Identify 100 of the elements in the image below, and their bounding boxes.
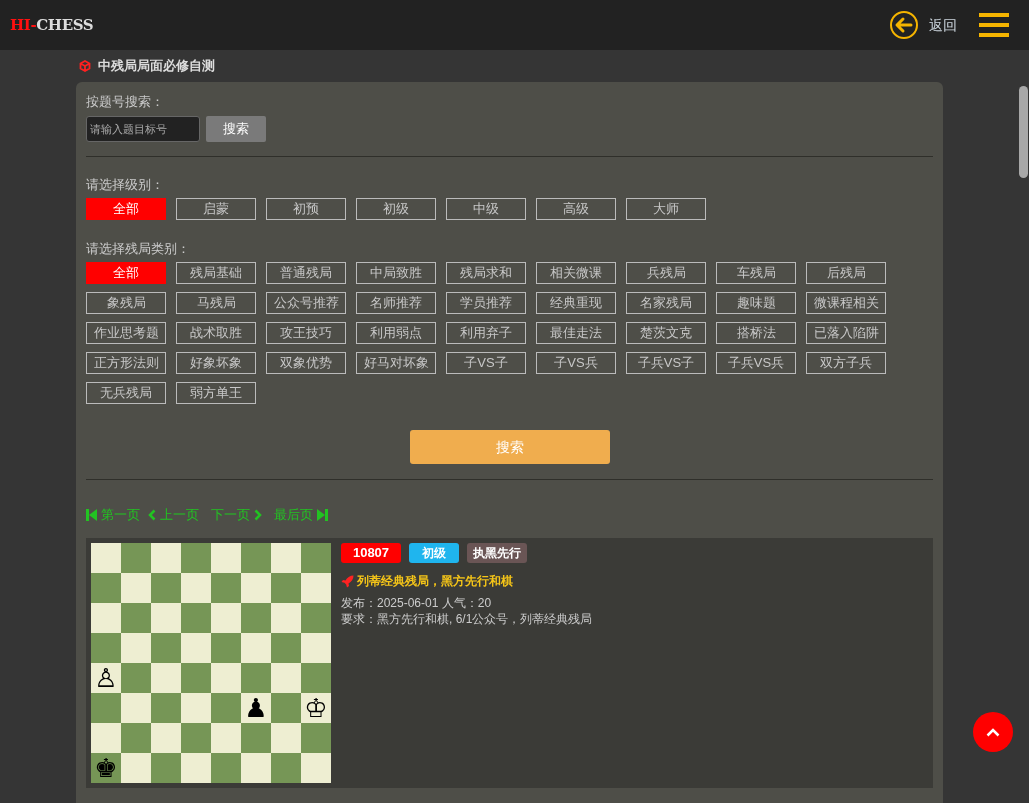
category-option[interactable]: 微课程相关 bbox=[806, 292, 886, 314]
category-option[interactable]: 利用弃子 bbox=[446, 322, 526, 344]
level-option[interactable]: 全部 bbox=[86, 198, 166, 220]
board-square[interactable] bbox=[211, 543, 241, 573]
level-option[interactable]: 中级 bbox=[446, 198, 526, 220]
board-square[interactable] bbox=[271, 663, 301, 693]
category-option[interactable]: 马残局 bbox=[176, 292, 256, 314]
board-square[interactable] bbox=[181, 753, 211, 783]
board-square[interactable] bbox=[271, 753, 301, 783]
previous-page-link[interactable]: 上一页 bbox=[160, 505, 199, 525]
board-square[interactable] bbox=[151, 723, 181, 753]
board-square[interactable] bbox=[301, 603, 331, 633]
category-option[interactable]: 后残局 bbox=[806, 262, 886, 284]
last-page-icon[interactable] bbox=[317, 509, 328, 521]
category-option[interactable]: 公众号推荐 bbox=[266, 292, 346, 314]
board-square[interactable] bbox=[241, 663, 271, 693]
category-option[interactable]: 搭桥法 bbox=[716, 322, 796, 344]
category-option[interactable]: 兵残局 bbox=[626, 262, 706, 284]
category-option[interactable]: 名师推荐 bbox=[356, 292, 436, 314]
category-option[interactable]: 普通残局 bbox=[266, 262, 346, 284]
first-page-icon[interactable] bbox=[86, 509, 97, 521]
category-option[interactable]: 残局基础 bbox=[176, 262, 256, 284]
board-square[interactable] bbox=[121, 573, 151, 603]
category-option[interactable]: 作业思考题 bbox=[86, 322, 166, 344]
board-square[interactable] bbox=[301, 633, 331, 663]
category-option[interactable]: 子兵VS子 bbox=[626, 352, 706, 374]
board-square[interactable] bbox=[241, 753, 271, 783]
category-option[interactable]: 子VS子 bbox=[446, 352, 526, 374]
category-option[interactable]: 子VS兵 bbox=[536, 352, 616, 374]
board-square[interactable] bbox=[211, 573, 241, 603]
category-option[interactable]: 双方子兵 bbox=[806, 352, 886, 374]
board-square[interactable] bbox=[211, 753, 241, 783]
board-square[interactable] bbox=[271, 543, 301, 573]
board-square[interactable] bbox=[151, 573, 181, 603]
board-square[interactable] bbox=[211, 603, 241, 633]
category-option[interactable]: 名家残局 bbox=[626, 292, 706, 314]
board-square[interactable] bbox=[151, 693, 181, 723]
board-square[interactable] bbox=[91, 603, 121, 633]
board-square[interactable] bbox=[151, 663, 181, 693]
board-square[interactable] bbox=[121, 543, 151, 573]
board-square[interactable] bbox=[121, 603, 151, 633]
board-square[interactable] bbox=[151, 603, 181, 633]
back-link[interactable]: 返回 bbox=[929, 14, 957, 36]
category-option[interactable]: 楚茨文克 bbox=[626, 322, 706, 344]
search-button[interactable]: 搜索 bbox=[206, 116, 266, 142]
category-option[interactable]: 相关微课 bbox=[536, 262, 616, 284]
scrollbar-thumb[interactable] bbox=[1019, 86, 1028, 178]
category-option[interactable]: 已落入陷阱 bbox=[806, 322, 886, 344]
board-square[interactable] bbox=[271, 693, 301, 723]
category-option[interactable]: 经典重现 bbox=[536, 292, 616, 314]
category-option[interactable]: 中局致胜 bbox=[356, 262, 436, 284]
board-square[interactable] bbox=[301, 573, 331, 603]
chevron-right-icon[interactable] bbox=[254, 509, 262, 521]
board-square[interactable] bbox=[211, 663, 241, 693]
category-option[interactable]: 象残局 bbox=[86, 292, 166, 314]
board-square[interactable] bbox=[271, 633, 301, 663]
menu-icon[interactable] bbox=[979, 12, 1009, 38]
problem-number-field[interactable]: 请输入题目标号 bbox=[86, 116, 200, 142]
board-square[interactable] bbox=[91, 723, 121, 753]
category-option[interactable]: 全部 bbox=[86, 262, 166, 284]
logo[interactable]: HI-CHESS bbox=[10, 13, 94, 37]
board-square[interactable] bbox=[271, 723, 301, 753]
board-square[interactable] bbox=[241, 543, 271, 573]
level-option[interactable]: 高级 bbox=[536, 198, 616, 220]
chevron-up-icon[interactable] bbox=[986, 727, 1000, 737]
level-option[interactable]: 大师 bbox=[626, 198, 706, 220]
board-square[interactable] bbox=[181, 723, 211, 753]
board-square[interactable] bbox=[181, 603, 211, 633]
board-square[interactable] bbox=[151, 633, 181, 663]
category-option[interactable]: 学员推荐 bbox=[446, 292, 526, 314]
category-option[interactable]: 无兵残局 bbox=[86, 382, 166, 404]
puzzle-card[interactable]: ♙ ♟ ♔ ♚ 10807 初级 执黑先行 列蒂经典残局，黑方先行和棋 发布：2025-06-01 人气：20 要求：黑方先行和棋, 6/1公众号，列蒂经典残局 bbox=[86, 538, 933, 788]
board-square[interactable] bbox=[211, 633, 241, 663]
chevron-left-icon[interactable] bbox=[148, 509, 156, 521]
category-option[interactable]: 攻王技巧 bbox=[266, 322, 346, 344]
category-option[interactable]: 车残局 bbox=[716, 262, 796, 284]
board-square[interactable] bbox=[211, 693, 241, 723]
board-square[interactable] bbox=[121, 723, 151, 753]
level-option[interactable]: 启蒙 bbox=[176, 198, 256, 220]
board-square[interactable] bbox=[301, 663, 331, 693]
board-square[interactable] bbox=[181, 573, 211, 603]
level-option[interactable]: 初预 bbox=[266, 198, 346, 220]
category-option[interactable]: 战术取胜 bbox=[176, 322, 256, 344]
board-square[interactable] bbox=[301, 543, 331, 573]
board-square[interactable] bbox=[151, 753, 181, 783]
next-page-link[interactable]: 下一页 bbox=[211, 505, 250, 525]
category-option[interactable]: 子兵VS兵 bbox=[716, 352, 796, 374]
category-option[interactable]: 趣味题 bbox=[716, 292, 796, 314]
board-square[interactable] bbox=[241, 603, 271, 633]
board-square[interactable] bbox=[121, 753, 151, 783]
scroll-to-top-button[interactable] bbox=[973, 712, 1013, 752]
board-square[interactable] bbox=[181, 633, 211, 663]
puzzle-title[interactable]: 列蒂经典残局，黑方先行和棋 bbox=[357, 572, 513, 590]
board-square[interactable] bbox=[121, 693, 151, 723]
category-option[interactable]: 双象优势 bbox=[266, 352, 346, 374]
board-square[interactable] bbox=[241, 723, 271, 753]
board-square[interactable] bbox=[301, 723, 331, 753]
board-square[interactable] bbox=[91, 573, 121, 603]
board-square[interactable] bbox=[211, 723, 241, 753]
category-option[interactable]: 残局求和 bbox=[446, 262, 526, 284]
